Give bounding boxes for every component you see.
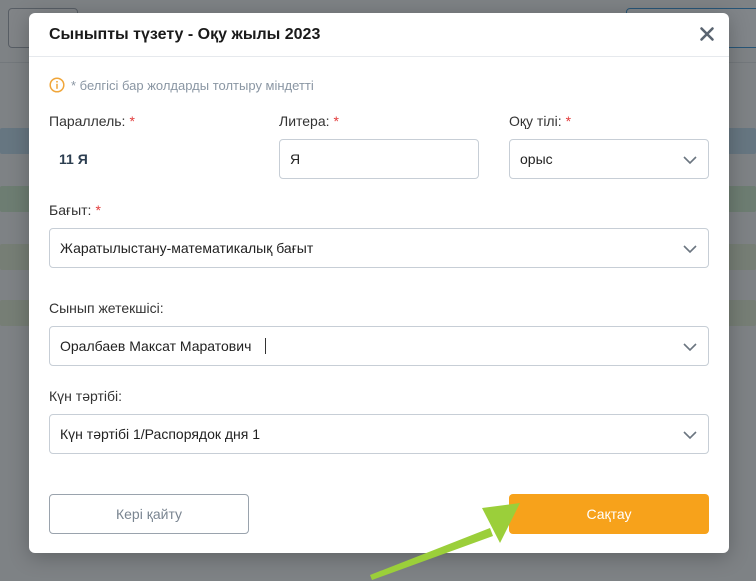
language-label: Оқу тілі: * xyxy=(509,113,572,129)
info-icon xyxy=(49,77,65,93)
close-icon[interactable] xyxy=(697,24,717,44)
schedule-select[interactable]: Күн тәртібі 1/Распорядок дня 1 xyxy=(49,414,709,454)
teacher-label: Сынып жетекшісі: xyxy=(49,300,164,316)
required-mark: * xyxy=(129,113,135,129)
litera-label: Литера: * xyxy=(279,113,339,129)
chevron-down-icon xyxy=(682,242,698,256)
required-notice-text: * белгісі бар жолдарды толтыру міндетті xyxy=(71,77,314,93)
required-mark: * xyxy=(565,113,572,129)
litera-input[interactable]: Я xyxy=(279,139,479,179)
required-notice: * белгісі бар жолдарды толтыру міндетті xyxy=(49,77,314,93)
direction-select[interactable]: Жаратылыстану-математикалық бағыт xyxy=(49,228,709,268)
modal-title: Сыныпты түзету - Оқу жылы 2023 xyxy=(49,25,321,43)
save-button[interactable]: Сақтау xyxy=(509,494,709,534)
edit-class-modal: Сыныпты түзету - Оқу жылы 2023 * белгісі… xyxy=(29,13,729,553)
required-mark: * xyxy=(95,202,101,218)
parallel-label: Параллель: * xyxy=(49,113,135,129)
direction-label: Бағыт: * xyxy=(49,202,101,218)
modal-header: Сыныпты түзету - Оқу жылы 2023 xyxy=(29,13,729,57)
required-mark: * xyxy=(333,113,339,129)
text-cursor xyxy=(265,338,267,354)
chevron-down-icon xyxy=(682,153,698,167)
parallel-value: 11 Я xyxy=(59,151,88,167)
back-button[interactable]: Кері қайту xyxy=(49,494,249,534)
schedule-label: Күн тәртібі: xyxy=(49,388,122,404)
teacher-select[interactable]: Оралбаев Максат Маратович xyxy=(49,326,709,366)
chevron-down-icon xyxy=(682,340,698,354)
language-select[interactable]: орыс xyxy=(509,139,709,179)
chevron-down-icon xyxy=(682,428,698,442)
